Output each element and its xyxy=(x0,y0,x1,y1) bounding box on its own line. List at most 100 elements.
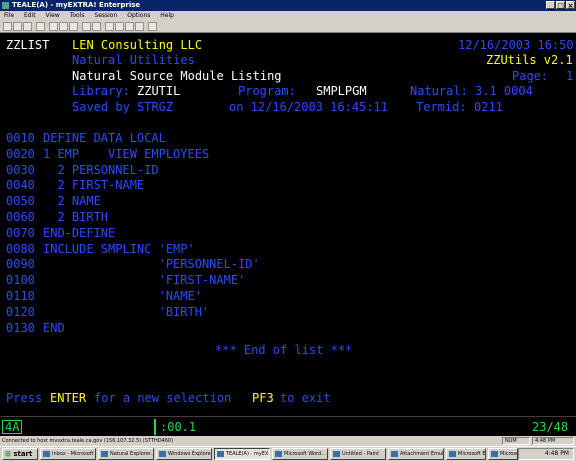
source-line-text: 2 NAME xyxy=(43,194,101,209)
minimize-button[interactable]: _ xyxy=(546,1,555,10)
source-line-number: 0040 xyxy=(6,178,35,193)
app-icon xyxy=(391,451,398,457)
paste-icon[interactable] xyxy=(69,22,78,31)
taskbar-item[interactable]: Microsoft Excel xyxy=(446,448,486,460)
menu-options[interactable]: Options xyxy=(127,12,150,19)
page-number: 1 xyxy=(566,69,574,83)
app-icon xyxy=(217,451,224,457)
connection-text: Connected to host mvsxtra.teale.ca.gov (… xyxy=(2,438,174,444)
toolbar xyxy=(0,20,576,33)
taskbar-item[interactable]: Microsoft Access xyxy=(488,448,518,460)
cursor-position: 23/48 xyxy=(532,420,569,434)
taskbar-item[interactable]: Inbox - Microsoft Outl... xyxy=(40,448,96,460)
natural-version: 3.1 0004 xyxy=(475,84,533,98)
program-value: SMPLPGM xyxy=(316,84,367,98)
menu-view[interactable]: View xyxy=(46,12,60,19)
send-icon[interactable] xyxy=(82,22,91,31)
footer-enter-key: ENTER xyxy=(50,391,87,405)
receive-icon[interactable] xyxy=(92,22,101,31)
app-icon xyxy=(159,451,166,457)
library-label: Library: xyxy=(72,84,130,98)
page-title: Natural Source Module Listing xyxy=(72,69,282,83)
footer-pf3-key: PF3 xyxy=(252,391,274,405)
source-line-number: 0020 xyxy=(6,146,35,161)
save-icon[interactable] xyxy=(23,22,32,31)
open-icon[interactable] xyxy=(13,22,22,31)
source-line-number: 0080 xyxy=(6,241,35,256)
close-button[interactable]: × xyxy=(566,1,575,10)
app-icon xyxy=(275,451,282,457)
source-line-number: 0050 xyxy=(6,194,35,209)
source-line-text: 'NAME' xyxy=(43,289,202,303)
window-title-bar: TEALE(A) - myEXTRA! Enterprise _ □ × xyxy=(0,0,576,11)
menu-file[interactable]: File xyxy=(4,12,14,19)
taskbar-item-label: Inbox - Microsoft Outl... xyxy=(52,451,95,457)
saved-by-user: STRGZ xyxy=(137,100,174,114)
settings-icon[interactable] xyxy=(115,22,124,31)
menu-help[interactable]: Help xyxy=(160,12,174,19)
source-line-text: DEFINE DATA LOCAL xyxy=(43,131,166,145)
source-line-text: 1 EMP VIEW EMPLOYEES xyxy=(43,146,210,161)
taskbar-item[interactable]: Windows Explorer xyxy=(156,448,212,460)
footer-new-selection: for a new selection xyxy=(94,391,232,405)
page-label: Page: xyxy=(512,69,549,83)
source-line-number: 0030 xyxy=(6,162,35,177)
macro-icon[interactable] xyxy=(105,22,114,31)
saved-by-label: Saved by xyxy=(72,100,130,114)
taskbar-item[interactable]: Attachment Emula... xyxy=(388,448,444,460)
header-datetime: 12/16/2003 16:50 xyxy=(458,38,574,52)
program-id: ZZLIST xyxy=(6,38,50,52)
source-line-text: END xyxy=(43,320,65,335)
source-line-text: 'PERSONNEL-ID' xyxy=(43,257,260,272)
natural-label: Natural: xyxy=(410,84,468,98)
menu-bar: File Edit View Tools Session Options Hel… xyxy=(0,11,576,20)
source-line-number: 0100 xyxy=(6,273,35,288)
source-line-number: 0060 xyxy=(6,210,35,224)
system-tray: 4:48 PM xyxy=(518,448,574,460)
header-subtitle: Natural Utilities xyxy=(72,53,195,67)
source-line-text: 2 BIRTH xyxy=(43,210,109,224)
app-icon xyxy=(101,451,108,457)
start-button[interactable]: ⊞ start xyxy=(2,448,38,460)
source-line-number: 0110 xyxy=(6,289,35,303)
taskbar-item[interactable]: TEALE(A) - myEX... xyxy=(214,448,270,460)
header-version: ZZUtils v2.1 xyxy=(486,53,573,67)
source-line-text: 'BIRTH' xyxy=(43,304,210,319)
library-value: ZZUTIL xyxy=(137,84,181,98)
font-icon[interactable] xyxy=(135,22,144,31)
menu-tools[interactable]: Tools xyxy=(70,12,85,19)
menu-session[interactable]: Session xyxy=(94,12,117,19)
app-icon xyxy=(491,451,498,457)
help-icon[interactable] xyxy=(148,22,157,31)
termid-value: 0211 xyxy=(474,100,503,114)
app-icon xyxy=(333,451,340,457)
maximize-button[interactable]: □ xyxy=(556,1,565,10)
tray-clock: 4:48 PM xyxy=(544,450,569,457)
keyboard-icon[interactable] xyxy=(125,22,134,31)
source-line-number: 0010 xyxy=(6,131,35,145)
terminal-screen[interactable]: ZZLIST LEN Consulting LLC 12/16/2003 16:… xyxy=(0,33,576,416)
taskbar-item-label: Microsoft Access xyxy=(500,451,517,457)
taskbar-item[interactable]: Natural Explorer... xyxy=(98,448,154,460)
source-line-text: 2 FIRST-NAME xyxy=(43,178,145,193)
source-line-number: 0120 xyxy=(6,304,35,319)
print-icon[interactable] xyxy=(36,22,45,31)
taskbar-item[interactable]: Untitled - Paint xyxy=(330,448,386,460)
taskbar-item-label: Windows Explorer xyxy=(168,451,212,457)
new-icon[interactable] xyxy=(3,22,12,31)
status-time: 4:48 PM xyxy=(532,437,574,445)
taskbar-item-label: Microsoft Word... xyxy=(284,451,326,457)
num-lock-indicator: NUM xyxy=(502,437,530,445)
oia-indicator: 4A xyxy=(2,420,23,434)
taskbar-item[interactable]: Microsoft Word... xyxy=(272,448,328,460)
menu-edit[interactable]: Edit xyxy=(24,12,36,19)
company-name: LEN Consulting LLC xyxy=(72,38,203,52)
oia-timer: :00.1 xyxy=(160,420,197,434)
source-line-number: 0070 xyxy=(6,225,35,240)
connection-status-bar: Connected to host mvsxtra.teale.ca.gov (… xyxy=(0,436,576,446)
source-line-number: 0090 xyxy=(6,257,35,272)
oia-separator xyxy=(154,419,156,435)
cut-icon[interactable] xyxy=(49,22,58,31)
source-line-text: INCLUDE SMPLINC 'EMP' xyxy=(43,241,195,256)
copy-icon[interactable] xyxy=(59,22,68,31)
